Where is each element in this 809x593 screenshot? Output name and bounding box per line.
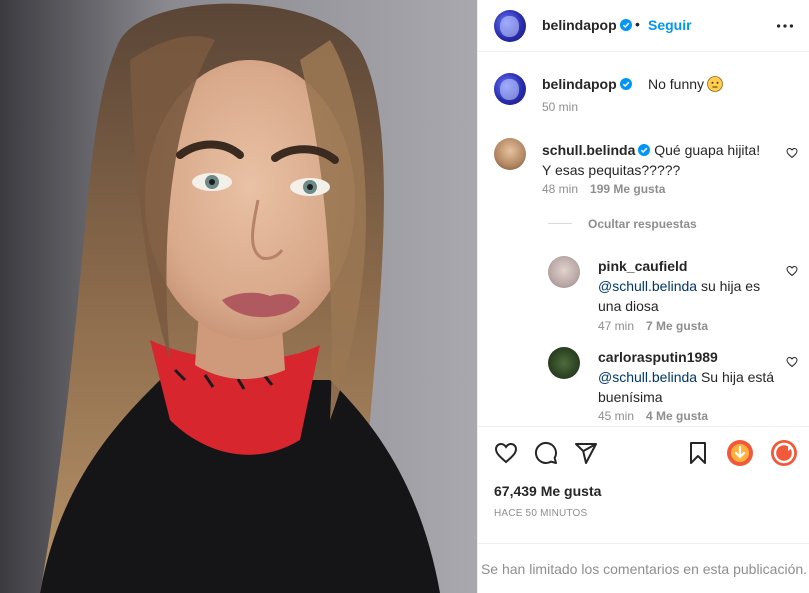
avatar[interactable] xyxy=(494,10,526,42)
bookmark-icon[interactable] xyxy=(686,441,710,465)
verified-badge-icon xyxy=(638,144,651,156)
verified-badge-icon xyxy=(619,78,632,90)
mention-link[interactable]: @schull.belinda xyxy=(598,369,697,385)
comment-text: schull.belinda Qué guapa hijita! Y esas … xyxy=(542,142,761,178)
caption-text: No funny xyxy=(648,76,723,92)
comments-limited-notice: Se han limitado los comentarios en esta … xyxy=(478,543,809,577)
reply-text: pink_caufield @schull.belinda su hija es… xyxy=(598,258,761,314)
comment-username[interactable]: schull.belinda xyxy=(542,142,635,158)
post-header: belindapop • Seguir xyxy=(478,0,809,52)
share-icon[interactable] xyxy=(574,441,598,465)
header-username[interactable]: belindapop xyxy=(542,17,632,33)
hide-replies-button[interactable]: Ocultar respuestas xyxy=(548,217,697,231)
repost-extension-icon[interactable] xyxy=(770,439,798,467)
comments-section[interactable]: belindapop No funny 50 min schull.belind… xyxy=(478,53,809,425)
comment-meta: 48 min 199 Me gusta xyxy=(542,182,666,196)
portrait-image xyxy=(0,0,477,593)
reply-username[interactable]: carlorasputin1989 xyxy=(598,349,718,365)
verified-badge-icon xyxy=(619,19,632,31)
reply-meta: 45 min 4 Me gusta xyxy=(598,409,709,423)
divider xyxy=(548,223,572,224)
caption-username[interactable]: belindapop xyxy=(542,76,632,92)
mention-link[interactable]: @schull.belinda xyxy=(598,278,697,294)
likes-count[interactable]: 67,439 Me gusta xyxy=(494,483,601,499)
reply-likes[interactable]: 7 Me gusta xyxy=(646,319,708,333)
reply-username[interactable]: pink_caufield xyxy=(598,258,687,274)
like-reply-heart-icon[interactable] xyxy=(786,356,798,368)
more-options-icon[interactable] xyxy=(774,15,796,37)
reply-text: carlorasputin1989 @schull.belinda Su hij… xyxy=(598,349,775,405)
avatar[interactable] xyxy=(548,347,580,379)
comment-likes[interactable]: 199 Me gusta xyxy=(590,182,665,196)
download-extension-icon[interactable] xyxy=(726,439,754,467)
like-reply-heart-icon[interactable] xyxy=(786,265,798,277)
reply-likes[interactable]: 4 Me gusta xyxy=(646,409,708,423)
action-bar: 67,439 Me gusta HACE 50 MINUTOS Se han l… xyxy=(478,426,809,593)
follow-button[interactable]: Seguir xyxy=(648,17,692,33)
caption-time: 50 min xyxy=(542,100,579,114)
post-photo[interactable] xyxy=(0,0,477,593)
neutral-face-emoji-icon xyxy=(707,76,723,92)
like-comment-heart-icon[interactable] xyxy=(786,147,798,159)
avatar[interactable] xyxy=(548,256,580,288)
reply-meta: 47 min 7 Me gusta xyxy=(598,319,709,333)
post-panel: belindapop • Seguir belindapop No funny … xyxy=(477,0,809,593)
avatar[interactable] xyxy=(494,73,526,105)
avatar[interactable] xyxy=(494,138,526,170)
comment-icon[interactable] xyxy=(534,441,558,465)
heart-icon[interactable] xyxy=(494,441,518,465)
post-time: HACE 50 MINUTOS xyxy=(494,508,588,519)
separator-dot: • xyxy=(635,16,640,32)
